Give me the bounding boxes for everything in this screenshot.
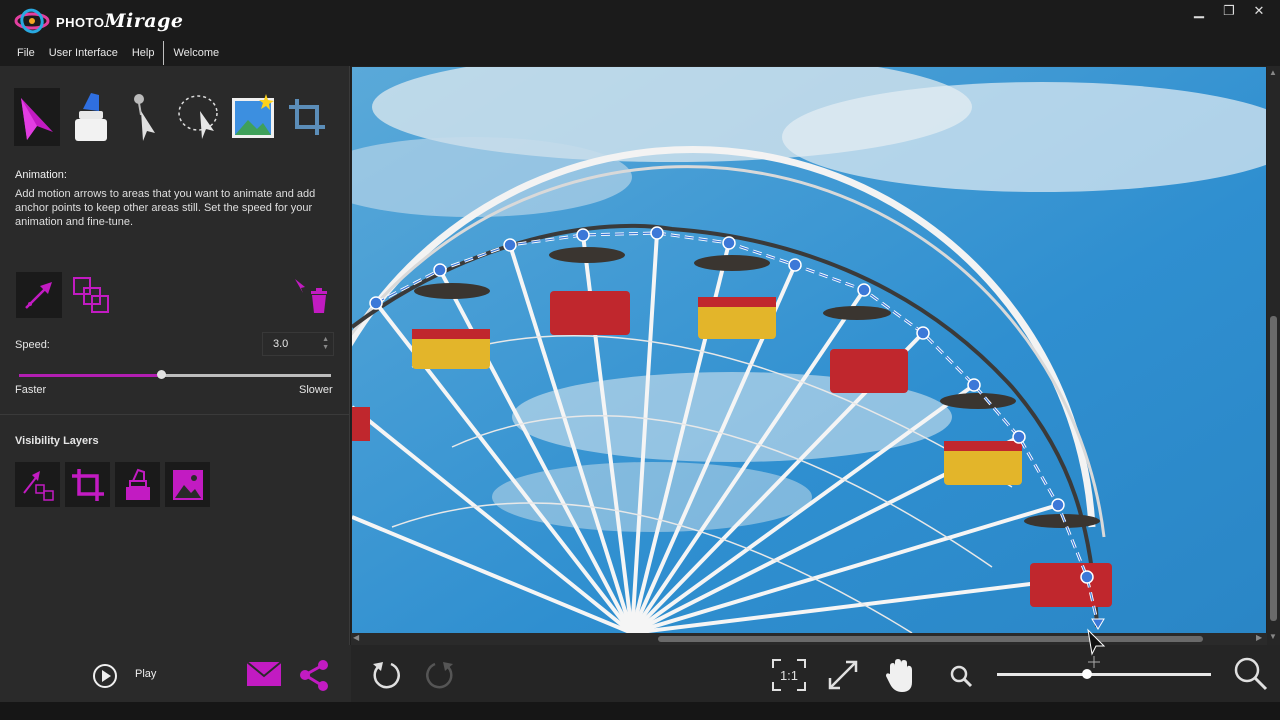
motion-arrow-button[interactable] — [16, 272, 62, 318]
sky-tool-button[interactable] — [230, 88, 276, 146]
vertical-scrollbar[interactable]: ▲ ▼ — [1267, 66, 1280, 645]
redo-icon — [426, 662, 453, 689]
status-bar — [0, 702, 1280, 720]
horizontal-scroll-thumb[interactable] — [658, 636, 1203, 642]
mask-layer-icon — [125, 468, 150, 500]
motion-areas-button[interactable] — [68, 272, 114, 318]
hand-icon — [886, 659, 912, 692]
anchor-pin-tool-icon — [134, 94, 155, 141]
animation-tool-icon — [21, 98, 53, 140]
zoom-out-button[interactable] — [948, 663, 974, 689]
zoom-out-magnifier-icon — [950, 665, 973, 688]
mask-eraser-tool-icon — [75, 93, 107, 141]
undo-icon — [373, 662, 400, 689]
anchor-tool-button[interactable] — [122, 88, 168, 146]
visibility-layers-title: Visibility Layers — [15, 435, 99, 447]
motion-areas-icon — [73, 277, 109, 313]
app-logo: PHOTOMirage — [14, 7, 183, 35]
window-controls: ▁ ❐ ✕ — [1188, 2, 1270, 20]
ferris-wheel-image — [352, 67, 1266, 633]
motion-layer-icon — [22, 470, 54, 501]
mask-tool-button[interactable] — [68, 88, 114, 146]
animation-subtools — [16, 272, 114, 318]
speed-value: 3.0 — [273, 338, 289, 350]
menu-help[interactable]: Help — [125, 44, 162, 62]
photomirage-app: PHOTOMirage ▁ ❐ ✕ File User Interface He… — [0, 0, 1280, 720]
slower-label: Slower — [299, 384, 333, 396]
tool-row — [14, 88, 330, 146]
scroll-left-icon[interactable]: ◀ — [353, 633, 359, 642]
menu-user-interface[interactable]: User Interface — [42, 44, 125, 62]
panel-divider — [0, 414, 350, 415]
scroll-down-icon[interactable]: ▼ — [1269, 632, 1277, 641]
svg-text:1:1: 1:1 — [780, 668, 798, 683]
menu-bar: File User Interface Help Welcome — [10, 41, 226, 65]
zoom-in-button[interactable] — [1232, 655, 1270, 693]
select-tool-button[interactable] — [176, 88, 222, 146]
mouse-cursor-icon — [1087, 628, 1106, 668]
menu-file[interactable]: File — [10, 44, 42, 62]
photomirage-logo-icon — [14, 8, 50, 34]
motion-arrow-icon — [25, 282, 52, 309]
crop-layer-icon — [71, 468, 104, 501]
restore-button[interactable]: ❐ — [1218, 2, 1240, 20]
actual-size-icon: 1:1 — [772, 659, 806, 691]
ferris-wheel-photo[interactable] — [352, 67, 1266, 633]
pan-button[interactable] — [882, 655, 916, 695]
play-button[interactable] — [90, 661, 120, 691]
speed-slider[interactable] — [19, 370, 331, 379]
undo-button[interactable] — [368, 657, 404, 693]
fit-to-screen-button[interactable] — [825, 657, 861, 693]
scroll-right-icon[interactable]: ▶ — [1256, 633, 1262, 642]
share-button[interactable] — [296, 657, 332, 693]
visibility-image-button[interactable] — [165, 462, 210, 507]
image-canvas[interactable]: ▲ ▼ ◀ ▶ — [351, 66, 1280, 645]
selection-tool-icon — [178, 95, 218, 139]
vertical-scroll-thumb[interactable] — [1270, 316, 1277, 621]
sky-image-tool-icon — [232, 94, 274, 138]
zoom-slider-thumb[interactable] — [1081, 669, 1092, 679]
close-button[interactable]: ✕ — [1248, 2, 1270, 20]
tool-panel: Animation: Add motion arrows to areas th… — [0, 66, 350, 702]
expand-icon — [828, 660, 858, 690]
visibility-crop-button[interactable] — [65, 462, 110, 507]
visibility-mask-button[interactable] — [115, 462, 160, 507]
play-icon — [93, 664, 117, 688]
animation-section-title: Animation: — [15, 169, 67, 181]
visibility-layers — [15, 462, 210, 507]
crop-tool-icon — [289, 99, 325, 135]
redo-button[interactable] — [422, 657, 458, 693]
animation-tool-button[interactable] — [14, 88, 60, 146]
animation-description: Add motion arrows to areas that you want… — [15, 188, 316, 228]
email-button[interactable] — [244, 658, 284, 690]
faster-label: Faster — [15, 384, 47, 396]
minimize-button[interactable]: ▁ — [1188, 2, 1210, 20]
delete-trash-icon — [295, 279, 327, 313]
scroll-up-icon[interactable]: ▲ — [1269, 68, 1277, 77]
zoom-slider[interactable] — [997, 673, 1211, 676]
speed-input[interactable]: 3.0 ▲ ▼ — [262, 332, 334, 356]
menu-welcome[interactable]: Welcome — [166, 44, 226, 62]
zoom-in-magnifier-icon — [1234, 657, 1268, 691]
speed-label: Speed: — [15, 339, 50, 351]
speed-spinner-icon[interactable]: ▲ ▼ — [322, 336, 329, 352]
speed-slider-fill — [19, 374, 161, 377]
share-icon — [300, 660, 328, 691]
app-name: PHOTOMirage — [56, 10, 184, 32]
menu-separator — [163, 41, 165, 65]
speed-slider-thumb[interactable] — [156, 370, 166, 379]
email-icon — [246, 661, 282, 686]
title-bar: PHOTOMirage ▁ ❐ ✕ File User Interface He… — [0, 0, 1280, 66]
actual-size-button[interactable]: 1:1 — [770, 657, 808, 693]
image-layer-icon — [172, 469, 203, 500]
visibility-motion-button[interactable] — [15, 462, 60, 507]
horizontal-scrollbar[interactable]: ◀ ▶ — [351, 633, 1267, 645]
play-label[interactable]: Play — [135, 668, 156, 680]
delete-motion-button[interactable] — [292, 276, 332, 316]
crop-tool-button[interactable] — [284, 88, 330, 146]
